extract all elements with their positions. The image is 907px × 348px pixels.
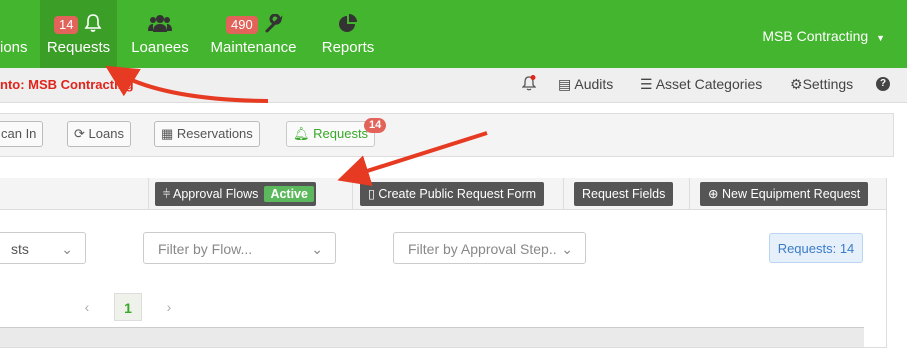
arrow-to-approval-flows — [337, 131, 488, 187]
arrow-to-requests-nav — [105, 65, 269, 103]
annotation-arrows — [105, 65, 488, 187]
